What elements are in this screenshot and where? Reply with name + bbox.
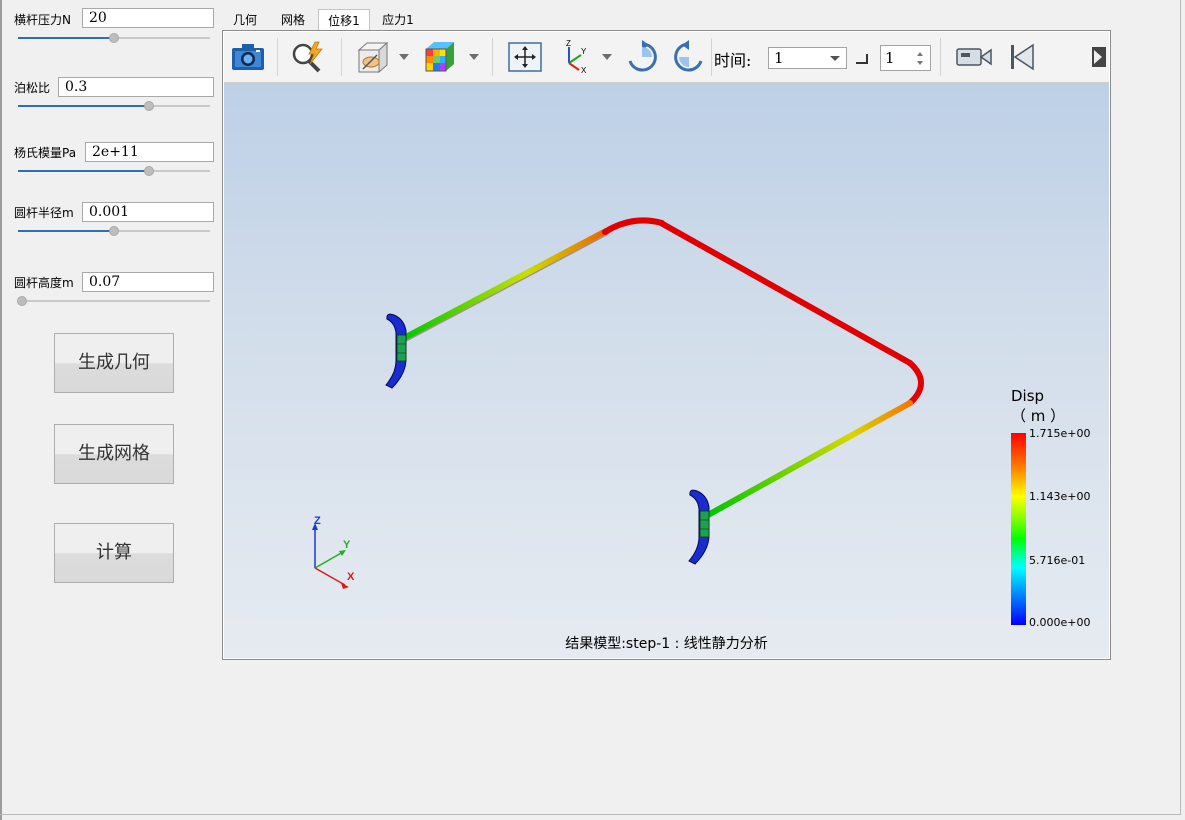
time-label: 时间: — [714, 51, 752, 70]
first-frame-icon[interactable] — [1002, 38, 1042, 76]
legend-value-2: 1.143e+00 — [1029, 490, 1091, 503]
result-viewer: Z Y X 时间: 1 1 Z Y X Disp （ m ） 1.715e+00 1… — [222, 30, 1111, 660]
axis-orient-icon[interactable]: Z Y X — [556, 38, 594, 76]
3d-view[interactable]: Z Y X Disp （ m ） 1.715e+00 1.143e+00 5.7… — [224, 83, 1109, 658]
legend-unit: （ m ） — [1011, 407, 1066, 425]
radius-slider[interactable] — [18, 225, 210, 237]
rotate-cw-icon[interactable] — [622, 38, 662, 76]
youngs-slider[interactable] — [18, 165, 210, 177]
legend-value-3: 5.716e-01 — [1029, 554, 1086, 567]
poisson-input[interactable]: 0.3 — [58, 77, 214, 97]
param-label-youngs: 杨氏模量Pa — [14, 146, 77, 160]
legend-color-bar — [1011, 433, 1026, 625]
poisson-slider[interactable] — [18, 100, 210, 112]
svg-text:Y: Y — [581, 47, 587, 56]
view-box-dropdown-icon[interactable] — [399, 54, 409, 60]
legend-value-max: 1.715e+00 — [1029, 427, 1091, 440]
tab-stress[interactable]: 应力1 — [374, 9, 422, 31]
pressure-slider[interactable] — [18, 32, 210, 44]
youngs-input[interactable]: 2e+11 — [85, 142, 214, 162]
deformed-model: Z Y X — [312, 217, 924, 589]
height-slider[interactable] — [17, 295, 210, 307]
param-label-radius: 圆杆半径m — [14, 206, 74, 220]
record-icon[interactable] — [952, 38, 996, 76]
step-indicator-icon — [856, 54, 868, 64]
radius-input[interactable]: 0.001 — [82, 202, 214, 222]
svg-text:X: X — [581, 66, 587, 75]
time-select[interactable]: 1 — [768, 47, 847, 69]
next-frame-icon[interactable] — [1086, 38, 1108, 76]
generate-mesh-button[interactable]: 生成网格 — [54, 424, 174, 484]
view-box-icon[interactable] — [354, 38, 392, 76]
axis-dropdown-icon[interactable] — [602, 54, 612, 60]
tab-geometry[interactable]: 几何 — [224, 9, 266, 31]
left-support — [385, 313, 407, 389]
zoom-icon[interactable] — [288, 38, 328, 76]
tab-displacement[interactable]: 位移1 — [318, 9, 370, 31]
height-input[interactable]: 0.07 — [82, 272, 214, 292]
axis-label-z: Z — [314, 515, 321, 527]
pressure-input[interactable]: 20 — [82, 8, 214, 28]
tab-mesh[interactable]: 网格 — [272, 9, 314, 31]
legend-title: Disp — [1011, 387, 1045, 405]
param-label-pressure: 横杆压力N — [14, 13, 71, 27]
color-cube-icon[interactable] — [420, 38, 460, 76]
axis-label-x: X — [347, 571, 355, 583]
legend-value-min: 0.000e+00 — [1029, 616, 1091, 629]
fit-view-icon[interactable] — [505, 38, 545, 76]
rotate-ccw-icon[interactable] — [669, 38, 709, 76]
svg-text:Z: Z — [566, 39, 571, 48]
camera-icon[interactable] — [228, 38, 268, 76]
param-label-poisson: 泊松比 — [14, 81, 51, 95]
param-label-height: 圆杆高度m — [14, 276, 74, 290]
right-support — [688, 489, 710, 565]
color-dropdown-icon[interactable] — [469, 54, 479, 60]
compute-button[interactable]: 计算 — [54, 523, 174, 583]
axis-triad: Z Y X — [312, 515, 355, 589]
generate-geometry-button[interactable]: 生成几何 — [54, 333, 174, 393]
viewer-toolbar: Z Y X 时间: 1 1 — [224, 32, 1109, 83]
result-status: 结果模型:step-1 : 线性静力分析 — [565, 636, 768, 652]
step-spinbox[interactable]: 1 — [880, 45, 931, 71]
axis-label-y: Y — [343, 539, 351, 551]
